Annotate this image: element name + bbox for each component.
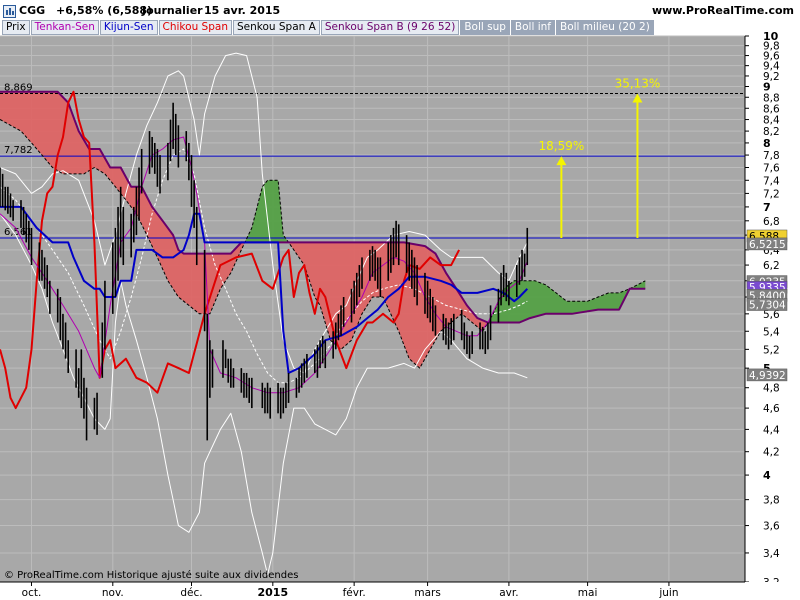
y-tick-label: 8,2 xyxy=(763,126,780,138)
period-label: Journalier xyxy=(142,4,203,17)
target-percent-label: 35,13% xyxy=(615,77,661,91)
y-tick-label: 3,4 xyxy=(763,548,780,560)
x-tick-label: févr. xyxy=(343,587,366,599)
price-tag-label: 5,7304 xyxy=(749,300,786,312)
chart-date: 15 avr. 2015 xyxy=(204,4,281,17)
price-change: +6,58% (6,588) xyxy=(56,4,153,17)
y-tick-label: 9,2 xyxy=(763,71,780,83)
y-tick-label: 7,2 xyxy=(763,188,780,200)
y-tick-label: 5,2 xyxy=(763,344,780,356)
legend-item-tenkan-sen[interactable]: Tenkan-Sen xyxy=(30,20,99,35)
y-tick-label: 3,8 xyxy=(763,495,780,507)
legend-item-boll-sup[interactable]: Boll sup xyxy=(460,20,510,35)
legend-item-chikou-span[interactable]: Chikou Span xyxy=(158,20,232,35)
chart-toggle-icon[interactable] xyxy=(3,5,16,18)
y-tick-label: 4,4 xyxy=(763,424,780,436)
x-tick-label: juin xyxy=(658,587,678,599)
x-tick-label: 2015 xyxy=(258,586,289,599)
x-tick-label: oct. xyxy=(22,587,42,599)
y-tick-label: 5,4 xyxy=(763,326,780,338)
y-tick-label: 7,6 xyxy=(763,163,780,175)
y-tick-label: 6,2 xyxy=(763,260,780,272)
ticker-symbol: CGG xyxy=(19,4,46,17)
y-tick-label: 4,6 xyxy=(763,403,780,415)
x-tick-label: avr. xyxy=(499,587,518,599)
price-tag-label: 6,5215 xyxy=(749,239,786,251)
watermark-text: © ProRealTime.com Historique ajusté suit… xyxy=(4,569,298,581)
y-tick-label: 6,8 xyxy=(763,216,780,228)
legend-item-boll-milieu-20-2[interactable]: Boll milieu (20 2) xyxy=(555,20,654,35)
y-tick-label: 4 xyxy=(763,469,771,482)
y-tick-label: 8,8 xyxy=(763,92,780,104)
y-tick-label: 7,4 xyxy=(763,175,780,187)
x-tick-label: nov. xyxy=(102,587,124,599)
site-url[interactable]: www.ProRealTime.com xyxy=(652,4,794,17)
target-percent-label: 18,59% xyxy=(538,139,584,153)
y-tick-label: 8 xyxy=(763,137,771,150)
x-tick-label: déc. xyxy=(180,587,202,599)
y-tick-label: 8,6 xyxy=(763,103,780,115)
indicator-legend: Prix Tenkan-Sen Kijun-Sen Chikou Span Senkou… xyxy=(2,20,655,35)
price-tag-label: 4,9392 xyxy=(749,370,786,382)
legend-item-kijun-sen[interactable]: Kijun-Sen xyxy=(99,20,158,35)
price-chart[interactable]: 8,8697,7826,56118,59%35,13%3,23,43,63,84… xyxy=(0,0,800,600)
y-tick-label: 7 xyxy=(763,201,771,214)
level-label: 7,782 xyxy=(4,145,33,156)
legend-item-prix[interactable]: Prix xyxy=(2,20,30,35)
y-tick-label: 4,8 xyxy=(763,383,780,395)
y-tick-label: 8,4 xyxy=(763,115,780,127)
x-tick-label: mars xyxy=(414,587,440,599)
y-tick-label: 10 xyxy=(763,30,779,43)
chart-header: CGG +6,58% (6,588) Journalier 15 avr. 20… xyxy=(0,0,800,22)
x-tick-label: mai xyxy=(578,587,598,599)
legend-item-boll-inf[interactable]: Boll inf xyxy=(510,20,555,35)
y-tick-label: 3,6 xyxy=(763,521,780,533)
y-tick-label: 7,8 xyxy=(763,150,780,162)
legend-item-senkou-span-a[interactable]: Senkou Span A xyxy=(232,20,320,35)
y-tick-label: 4,2 xyxy=(763,447,780,459)
legend-item-senkou-span-b-9-26-52[interactable]: Senkou Span B (9 26 52) xyxy=(320,20,460,35)
